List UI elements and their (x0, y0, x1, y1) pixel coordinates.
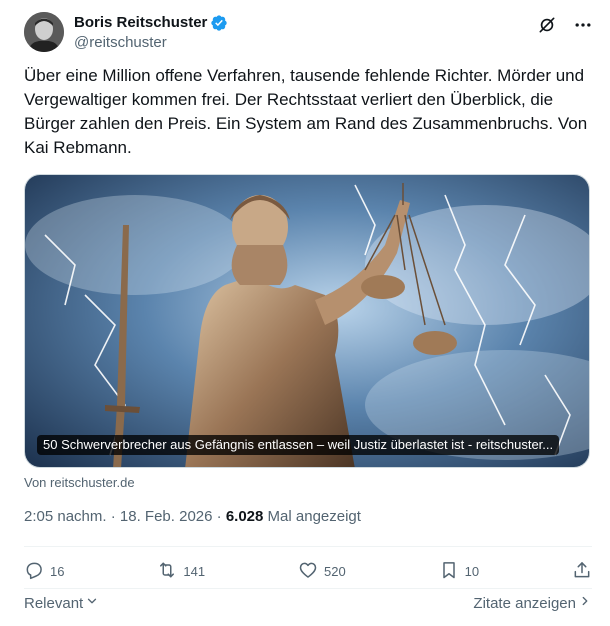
bookmark-button[interactable]: 10 (439, 560, 479, 583)
tweet-time[interactable]: 2:05 nachm. (24, 508, 107, 525)
display-name[interactable]: Boris Reitschuster (74, 13, 207, 33)
view-count: 6.028 (225, 508, 264, 525)
repost-count: 141 (183, 563, 206, 579)
tweet-metadata: 2:05 nachm. · 18. Feb. 2026 · 6.028 Mal … (24, 508, 361, 525)
sort-label: Relevant (24, 594, 84, 612)
avatar[interactable] (24, 12, 64, 52)
user-handle[interactable]: @reitschuster (74, 33, 228, 53)
repost-button[interactable]: 141 (157, 560, 205, 583)
verified-badge-icon (210, 14, 228, 32)
media-caption[interactable]: 50 Schwerverbrecher aus Gefängnis entlas… (37, 435, 560, 455)
chevron-down-icon (85, 594, 99, 612)
bookmark-icon (439, 560, 459, 583)
view-label: Mal angezeigt (263, 508, 361, 525)
grok-icon[interactable] (536, 14, 558, 36)
tweet-header: Boris Reitschuster @reitschuster (24, 12, 594, 56)
reply-button[interactable]: 16 (24, 560, 64, 583)
meta-separator-2: · (212, 508, 226, 525)
repost-icon (157, 560, 177, 583)
like-count: 520 (323, 563, 346, 579)
like-button[interactable]: 520 (298, 560, 346, 583)
tweet-media-card[interactable]: 50 Schwerverbrecher aus Gefängnis entlas… (24, 174, 590, 468)
reply-icon (24, 560, 44, 583)
tweet-footer: Relevant Zitate anzeigen (24, 592, 592, 614)
action-bar: 16 141 520 10 (24, 556, 592, 586)
divider (24, 546, 592, 547)
sort-relevant-dropdown[interactable]: Relevant (24, 594, 99, 612)
meta-separator: · (106, 508, 120, 525)
share-icon (572, 560, 592, 583)
tweet-text: Über eine Million offene Verfahren, taus… (24, 66, 588, 157)
tweet-date[interactable]: 18. Feb. 2026 (120, 508, 213, 525)
chevron-right-icon (578, 594, 592, 612)
divider-2 (24, 588, 592, 589)
more-icon[interactable] (572, 14, 594, 36)
reply-count: 16 (50, 563, 65, 579)
share-button[interactable] (572, 560, 592, 583)
like-icon (298, 560, 318, 583)
bookmark-count: 10 (464, 563, 480, 579)
justitia-image (25, 175, 589, 467)
view-quotes-link[interactable]: Zitate anzeigen (473, 594, 592, 612)
card-source-link[interactable]: Von reitschuster.de (24, 475, 135, 490)
quotes-label: Zitate anzeigen (473, 594, 576, 612)
